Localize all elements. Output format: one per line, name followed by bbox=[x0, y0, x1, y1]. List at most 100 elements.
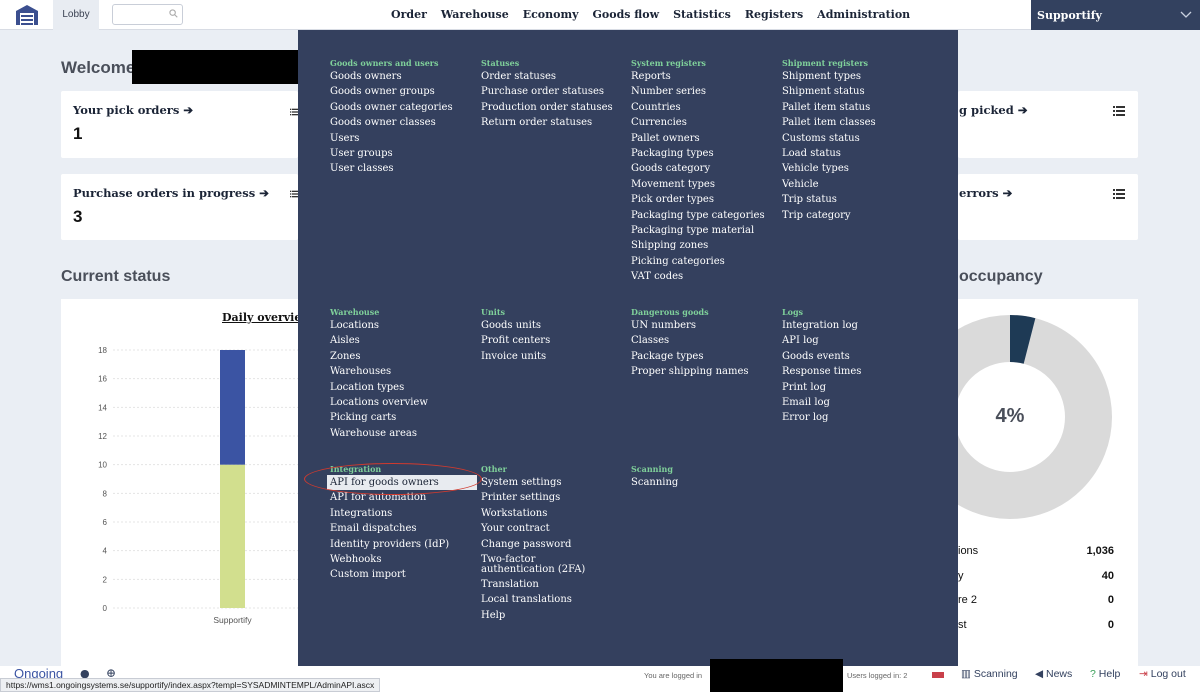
footer-scanning-link[interactable]: ▥ Scanning bbox=[961, 668, 1018, 680]
menu-item-shipping-zones[interactable]: Shipping zones bbox=[631, 238, 765, 253]
menu-item-zones[interactable]: Zones bbox=[330, 349, 428, 364]
menu-item-printer-settings[interactable]: Printer settings bbox=[481, 490, 611, 505]
menu-item-profit-centers[interactable]: Profit centers bbox=[481, 333, 550, 348]
nav-administration[interactable]: Administration bbox=[810, 0, 917, 30]
footer-news-link[interactable]: ◀ News bbox=[1035, 668, 1072, 680]
list-icon[interactable] bbox=[290, 189, 298, 199]
menu-item-integration-log[interactable]: Integration log bbox=[782, 318, 861, 333]
card-picked[interactable]: g picked ➔ bbox=[958, 91, 1138, 158]
language-flag-icon[interactable] bbox=[932, 670, 944, 678]
menu-item-packaging-type-material[interactable]: Packaging type material bbox=[631, 223, 765, 238]
menu-item-proper-shipping-names[interactable]: Proper shipping names bbox=[631, 364, 749, 379]
menu-item-trip-status[interactable]: Trip status bbox=[782, 192, 876, 207]
menu-item-order-statuses[interactable]: Order statuses bbox=[481, 69, 613, 84]
menu-item-your-contract[interactable]: Your contract bbox=[481, 521, 611, 536]
bar-segment[interactable] bbox=[220, 464, 245, 608]
menu-item-picking-carts[interactable]: Picking carts bbox=[330, 410, 428, 425]
menu-item-trip-category[interactable]: Trip category bbox=[782, 208, 876, 223]
nav-economy[interactable]: Economy bbox=[516, 0, 586, 30]
menu-item-print-log[interactable]: Print log bbox=[782, 380, 861, 395]
list-icon[interactable] bbox=[290, 107, 298, 117]
warehouse-logo-icon[interactable] bbox=[15, 4, 39, 26]
menu-item-picking-categories[interactable]: Picking categories bbox=[631, 254, 765, 269]
menu-item-local-translations[interactable]: Local translations bbox=[481, 592, 611, 607]
menu-item-pallet-owners[interactable]: Pallet owners bbox=[631, 131, 765, 146]
menu-item-movement-types[interactable]: Movement types bbox=[631, 177, 765, 192]
menu-item-locations-overview[interactable]: Locations overview bbox=[330, 395, 428, 410]
menu-item-load-status[interactable]: Load status bbox=[782, 146, 876, 161]
menu-item-api-log[interactable]: API log bbox=[782, 333, 861, 348]
nav-warehouse[interactable]: Warehouse bbox=[434, 0, 516, 30]
nav-order[interactable]: Order bbox=[384, 0, 434, 30]
menu-item-shipment-types[interactable]: Shipment types bbox=[782, 69, 876, 84]
bar-segment[interactable] bbox=[220, 350, 245, 465]
menu-item-goods-owner-groups[interactable]: Goods owner groups bbox=[330, 84, 453, 99]
menu-item-reports[interactable]: Reports bbox=[631, 69, 765, 84]
menu-item-shipment-status[interactable]: Shipment status bbox=[782, 84, 876, 99]
menu-item-goods-events[interactable]: Goods events bbox=[782, 349, 861, 364]
list-icon[interactable] bbox=[1113, 106, 1125, 116]
menu-item-goods-owner-categories[interactable]: Goods owner categories bbox=[330, 100, 453, 115]
menu-item-users[interactable]: Users bbox=[330, 131, 453, 146]
menu-item-vat-codes[interactable]: VAT codes bbox=[631, 269, 765, 284]
menu-item-identity-providers[interactable]: Identity providers (IdP) bbox=[330, 537, 477, 552]
menu-item-package-types[interactable]: Package types bbox=[631, 349, 749, 364]
card-title[interactable]: errors bbox=[959, 186, 999, 200]
menu-item-packaging-types[interactable]: Packaging types bbox=[631, 146, 765, 161]
menu-item-packaging-type-categories[interactable]: Packaging type categories bbox=[631, 208, 765, 223]
company-selector[interactable]: Supportify bbox=[1031, 0, 1200, 30]
card-pick-orders[interactable]: Your pick orders ➔ 1 bbox=[61, 91, 298, 158]
menu-item-pallet-item-classes[interactable]: Pallet item classes bbox=[782, 115, 876, 130]
search-field[interactable] bbox=[112, 4, 183, 27]
menu-item-error-log[interactable]: Error log bbox=[782, 410, 861, 425]
menu-item-warehouse-areas[interactable]: Warehouse areas bbox=[330, 426, 428, 441]
menu-item-workstations[interactable]: Workstations bbox=[481, 506, 611, 521]
search-icon[interactable] bbox=[169, 9, 178, 18]
menu-item-customs-status[interactable]: Customs status bbox=[782, 131, 876, 146]
menu-item-goods-owner-classes[interactable]: Goods owner classes bbox=[330, 115, 453, 130]
menu-item-goods-owners[interactable]: Goods owners bbox=[330, 69, 453, 84]
menu-item-number-series[interactable]: Number series bbox=[631, 84, 765, 99]
menu-item-location-types[interactable]: Location types bbox=[330, 380, 428, 395]
menu-item-aisles[interactable]: Aisles bbox=[330, 333, 428, 348]
menu-item-locations[interactable]: Locations bbox=[330, 318, 428, 333]
menu-item-goods-category[interactable]: Goods category bbox=[631, 161, 765, 176]
menu-item-production-order-statuses[interactable]: Production order statuses bbox=[481, 100, 613, 115]
menu-item-user-groups[interactable]: User groups bbox=[330, 146, 453, 161]
menu-item-email-dispatches[interactable]: Email dispatches bbox=[330, 521, 477, 536]
menu-item-un-numbers[interactable]: UN numbers bbox=[631, 318, 749, 333]
menu-item-pick-order-types[interactable]: Pick order types bbox=[631, 192, 765, 207]
menu-item-pallet-item-status[interactable]: Pallet item status bbox=[782, 100, 876, 115]
nav-goods-flow[interactable]: Goods flow bbox=[586, 0, 667, 30]
menu-item-custom-import[interactable]: Custom import bbox=[330, 567, 477, 582]
nav-statistics[interactable]: Statistics bbox=[666, 0, 738, 30]
menu-item-purchase-order-statuses[interactable]: Purchase order statuses bbox=[481, 84, 613, 99]
card-title[interactable]: Your pick orders bbox=[73, 103, 179, 117]
menu-item-vehicle-types[interactable]: Vehicle types bbox=[782, 161, 876, 176]
menu-item-classes[interactable]: Classes bbox=[631, 333, 749, 348]
lobby-tab[interactable]: Lobby bbox=[53, 0, 99, 30]
nav-registers[interactable]: Registers bbox=[738, 0, 810, 30]
menu-item-translation[interactable]: Translation bbox=[481, 577, 611, 592]
menu-item-help[interactable]: Help bbox=[481, 608, 611, 623]
list-icon[interactable] bbox=[1113, 189, 1125, 199]
menu-item-integrations[interactable]: Integrations bbox=[330, 506, 477, 521]
menu-item-vehicle[interactable]: Vehicle bbox=[782, 177, 876, 192]
menu-item-email-log[interactable]: Email log bbox=[782, 395, 861, 410]
card-errors[interactable]: errors ➔ bbox=[958, 174, 1138, 240]
search-input[interactable] bbox=[117, 8, 172, 27]
menu-item-scanning[interactable]: Scanning bbox=[631, 475, 678, 490]
menu-item-countries[interactable]: Countries bbox=[631, 100, 765, 115]
menu-item-goods-units[interactable]: Goods units bbox=[481, 318, 550, 333]
menu-item-two-factor-auth[interactable]: Two-factor authentication (2FA) bbox=[481, 552, 611, 577]
menu-item-response-times[interactable]: Response times bbox=[782, 364, 861, 379]
menu-item-system-settings[interactable]: System settings bbox=[481, 475, 611, 490]
menu-item-return-order-statuses[interactable]: Return order statuses bbox=[481, 115, 613, 130]
menu-item-webhooks[interactable]: Webhooks bbox=[330, 552, 477, 567]
menu-item-change-password[interactable]: Change password bbox=[481, 537, 611, 552]
menu-item-currencies[interactable]: Currencies bbox=[631, 115, 765, 130]
footer-logout-link[interactable]: ⇥ Log out bbox=[1139, 668, 1186, 680]
card-purchase-orders[interactable]: Purchase orders in progress ➔ 3 bbox=[61, 174, 298, 240]
menu-item-user-classes[interactable]: User classes bbox=[330, 161, 453, 176]
footer-help-link[interactable]: ? Help bbox=[1090, 668, 1120, 680]
